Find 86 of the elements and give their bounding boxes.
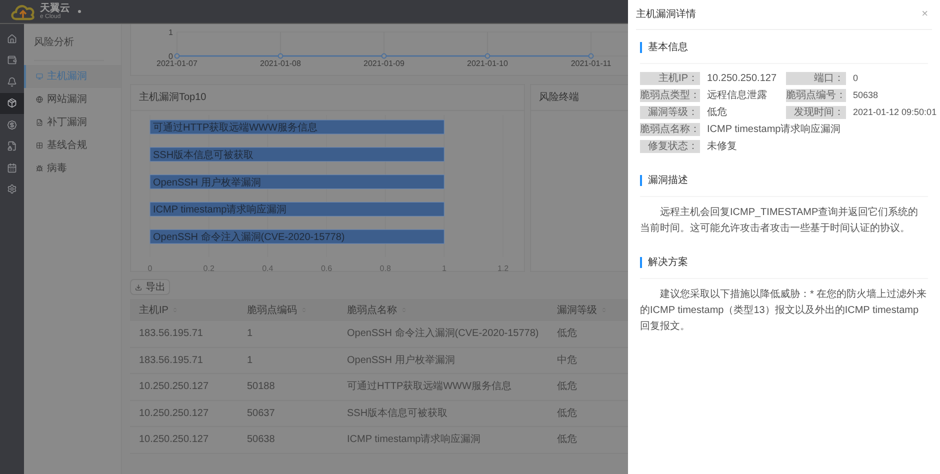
close-button[interactable]: ×	[918, 9, 932, 20]
field-value: ICMP timestamp请求响应漏洞	[706, 123, 841, 136]
field-value: 0	[852, 72, 860, 85]
table-cell-text: 183.56.195.71	[139, 327, 204, 342]
section-marker	[640, 257, 642, 268]
field-label: 脆弱点编号：	[786, 89, 846, 102]
submenu-item[interactable]: 网站漏洞	[24, 88, 121, 111]
field-value: 远程信息泄露	[706, 89, 768, 102]
submenu-title: 风险分析	[34, 35, 104, 61]
field-value: 10.250.250.127	[706, 72, 778, 85]
x-tick-label: 2021-01-11	[570, 59, 612, 68]
download-icon	[134, 284, 142, 290]
field-label: 修复状态：	[640, 140, 700, 153]
table-cell-text: 低危	[557, 380, 578, 394]
column-header[interactable]: 主机IP	[139, 302, 168, 318]
field-label: 主机IP：	[640, 72, 700, 85]
cloud-logo-icon	[10, 2, 36, 20]
bar-label: SSH版本信息可被获取	[153, 150, 254, 161]
submenu-item[interactable]: 基线合规	[24, 134, 121, 157]
bar-label: ICMP timestamp请求响应漏洞	[153, 204, 287, 216]
section-marker	[640, 175, 642, 186]
x-tick-label: 2021-01-09	[364, 59, 404, 68]
cube-icon	[7, 98, 17, 108]
table-cell-text: 10.250.250.127	[139, 380, 210, 394]
description-text: 远程主机会回复ICMP_TIMESTAMP查询并返回它们系统的当前时间。这可能允许攻击者攻击一些基于时间认证的协议。	[640, 206, 920, 236]
nav-icon-button[interactable]	[0, 92, 24, 114]
table-cell-text: 低危	[557, 406, 578, 421]
x-tick-label: 2021-01-07	[156, 59, 198, 68]
field-label: 端口：	[786, 72, 846, 85]
table-cell-text: OpenSSH 用户枚举漏洞	[347, 354, 456, 368]
table-cell-text: OpenSSH 命令注入漏洞(CVE-2020-15778)	[347, 326, 540, 342]
globe-icon	[36, 96, 43, 103]
grid-icon	[36, 142, 43, 149]
y-tick-label: 0	[168, 52, 173, 61]
field-value: 2021-01-12 09:50:01	[852, 106, 937, 119]
table-cell-text: 1	[247, 354, 254, 368]
calendar-icon	[7, 162, 17, 173]
table-cell-text: SSH版本信息可被获取	[347, 406, 449, 421]
bar-label: OpenSSH 用户枚举漏洞	[153, 177, 261, 188]
column-header[interactable]: 漏洞等级	[557, 302, 597, 318]
monitor-icon	[36, 73, 43, 80]
submenu-item[interactable]: 补丁漏洞	[24, 111, 121, 134]
card-title: 主机漏洞Top10	[131, 85, 524, 111]
section-title: 解决方案	[648, 256, 688, 270]
bug-icon	[36, 165, 43, 172]
section-title: 漏洞描述	[648, 174, 688, 188]
field-value: 低危	[706, 106, 728, 119]
x-tick-label: 2021-01-10	[467, 59, 508, 68]
wallet-icon	[7, 55, 17, 66]
submenu-item[interactable]: 病毒	[24, 157, 121, 180]
field-label: 脆弱点名称：	[640, 123, 700, 136]
table-cell-text: 1	[247, 327, 254, 342]
field-value: 50638	[852, 89, 880, 102]
column-header[interactable]: 脆弱点编码	[247, 302, 297, 318]
field-label: 漏洞等级：	[640, 106, 700, 119]
field-label: 脆弱点类型：	[640, 89, 700, 102]
table-cell-text: 50638	[247, 433, 276, 448]
table-cell-text: 10.250.250.127	[139, 433, 210, 448]
gear-icon	[7, 184, 17, 194]
bar-label: OpenSSH 命令注入漏洞(CVE-2020-15778)	[153, 232, 345, 244]
table-cell-text: ICMP timestamp请求响应漏洞	[347, 432, 482, 448]
table-cell-text: 50188	[247, 380, 276, 394]
x-tick-label: 2021-01-08	[260, 59, 301, 68]
table-cell-text: 50637	[247, 406, 276, 421]
y-tick-label: 1	[168, 28, 173, 37]
home-icon	[7, 34, 17, 44]
file-code-icon	[36, 119, 43, 126]
section-title: 基本信息	[648, 40, 688, 55]
bell-icon	[7, 76, 17, 87]
field-value: 未修复	[706, 140, 737, 153]
export-button[interactable]: 导出	[130, 279, 170, 295]
table-cell-text: 可通过HTTP获取远端WWW服务信息	[347, 380, 512, 394]
table-cell-text: 低危	[557, 327, 578, 342]
table-cell-text: 10.250.250.127	[139, 406, 210, 421]
column-header[interactable]: 脆弱点名称	[347, 302, 397, 318]
brand-name: 天翼云	[40, 4, 70, 14]
drawer-title: 主机漏洞详情	[636, 8, 696, 22]
bar-label: 可通过HTTP获取远端WWW服务信息	[153, 122, 318, 134]
section-marker	[640, 42, 642, 53]
file-lock-icon	[7, 141, 17, 152]
solution-text: 建议您采取以下措施以降低威胁：* 在您的防火墙上过滤外来的ICMP timestamp（类型13）报文以及外出的ICMP timestamp回复报文。	[640, 288, 928, 334]
dollar-badge-icon	[7, 120, 17, 130]
table-cell-text: 中危	[557, 354, 578, 368]
table-cell-text: 低危	[557, 433, 578, 448]
field-label: 发现时间：	[786, 106, 846, 119]
table-cell-text: 183.56.195.71	[139, 354, 204, 368]
